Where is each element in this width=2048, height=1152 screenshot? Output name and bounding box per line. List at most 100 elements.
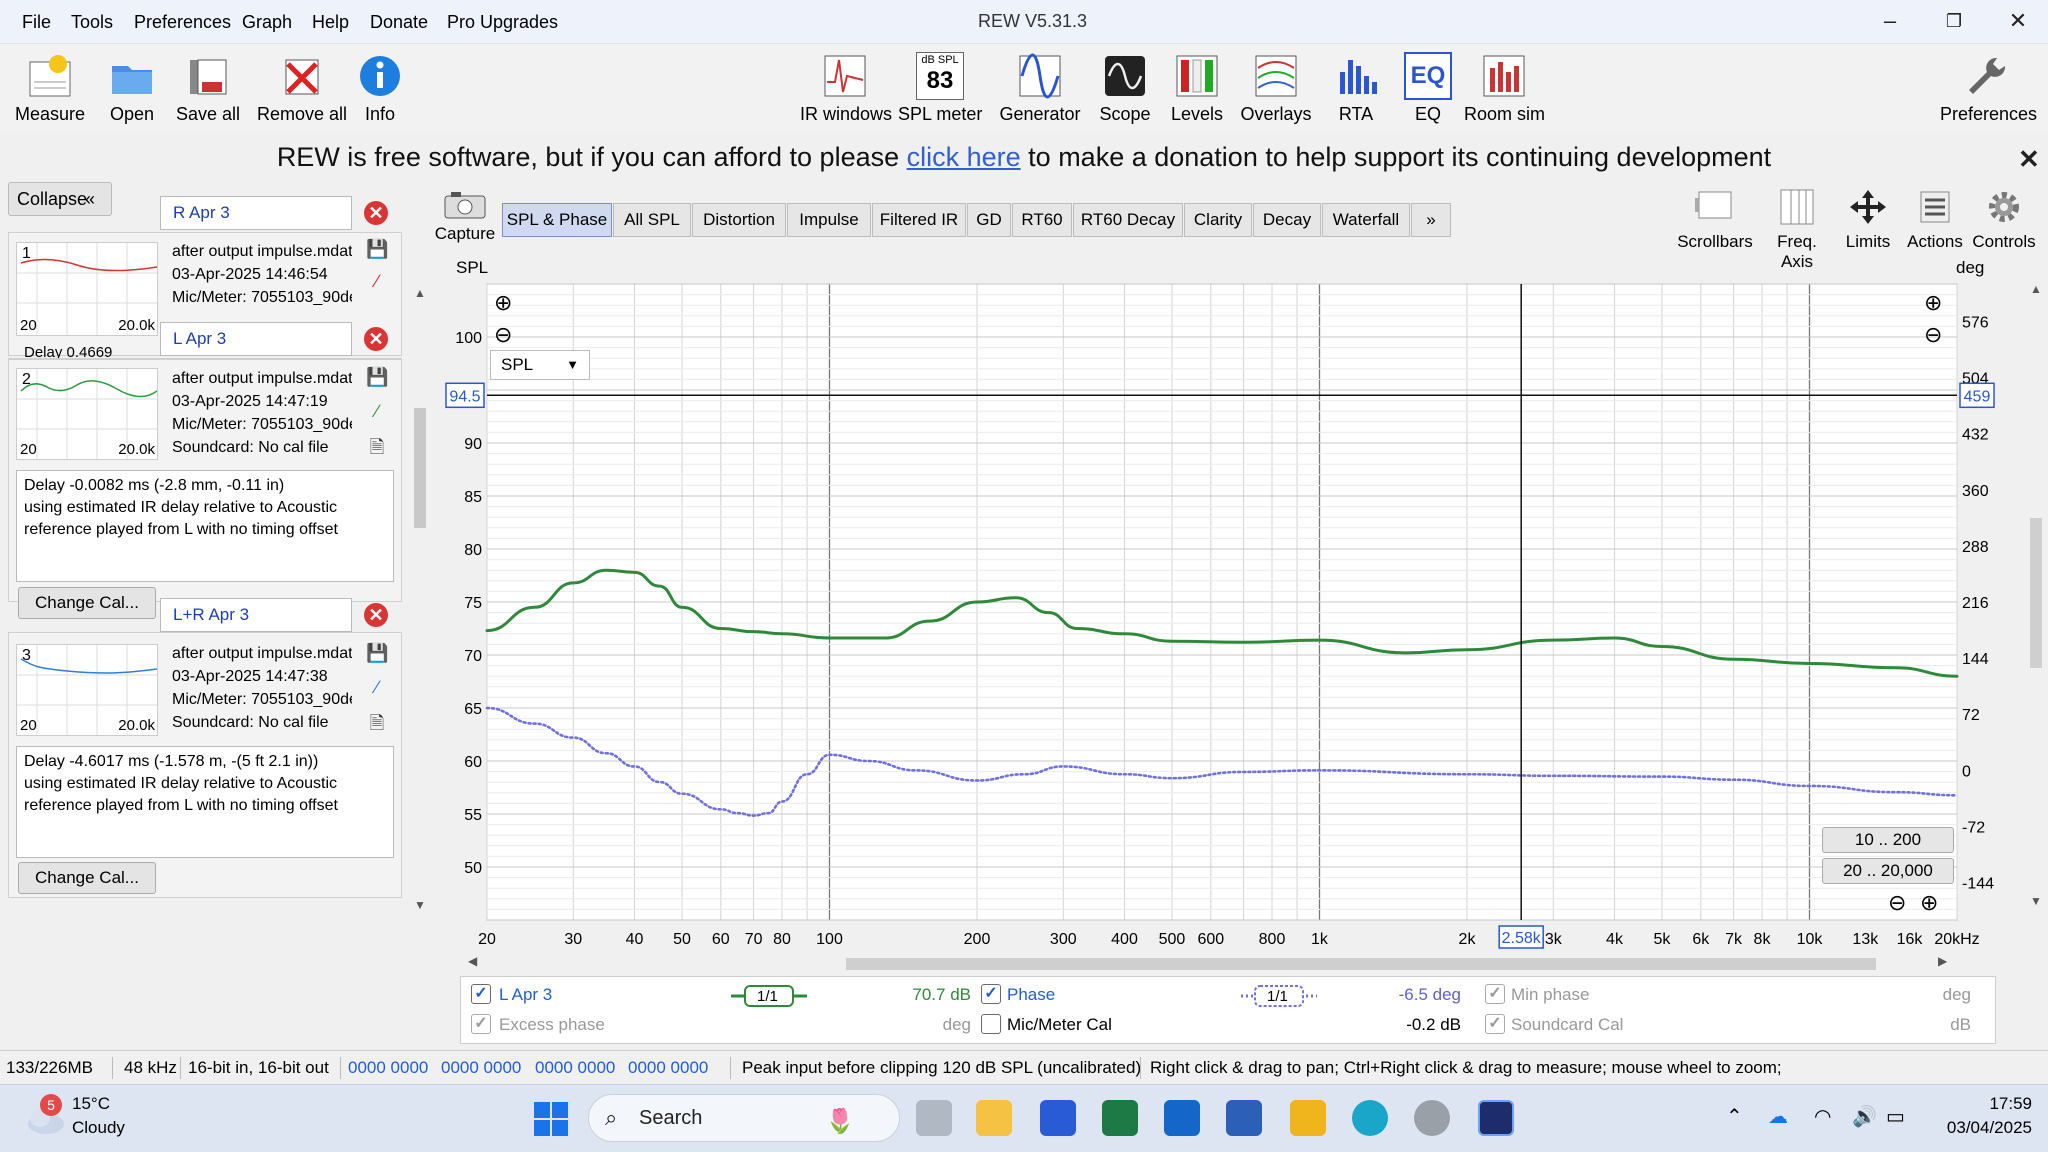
min-phase-checkbox[interactable]: ✓ [1485,984,1505,1004]
menu-help[interactable]: Help [312,11,349,33]
tab-rt60[interactable]: RT60 [1012,203,1072,237]
scroll-thumb[interactable] [414,408,426,528]
pen-icon[interactable]: ∕ [366,676,388,698]
tab-distortion[interactable]: Distortion [692,203,786,237]
room-sim-button[interactable]: Room sim [1464,52,1545,125]
scroll-left-icon[interactable]: ◀ [468,954,477,968]
controls-button[interactable]: Controls [1968,188,2040,252]
scroll-up-icon[interactable]: ▲ [2030,282,2042,296]
preferences-button[interactable]: Preferences [1940,52,2037,125]
actions-button[interactable]: Actions [1904,188,1966,252]
save-measurement-icon[interactable]: 💾 [366,366,388,388]
tab-spl-phase[interactable]: SPL & Phase [502,203,612,237]
close-window-icon[interactable]: ✕ [1998,6,2038,36]
menu-preferences[interactable]: Preferences [134,11,231,33]
wifi-icon[interactable]: ◠ [1814,1104,1831,1129]
zoom-out-y2-icon[interactable]: ⊖ [1924,322,1942,348]
levels-button[interactable]: Levels [1170,52,1224,125]
scroll-down-icon[interactable]: ▼ [414,898,426,912]
zoom-in-y-icon[interactable]: ⊕ [494,290,512,316]
zoom-out-y-icon[interactable]: ⊖ [494,322,512,348]
measurement-thumbnail-3[interactable]: 3 20 20.0k [16,644,158,736]
save-all-button[interactable]: Save all [176,52,240,125]
tab-rt60-decay[interactable]: RT60 Decay [1073,203,1183,237]
menu-tools[interactable]: Tools [71,11,113,33]
taskbar-search[interactable]: ⌕ Search 🌷 [588,1094,900,1142]
soundcard-cal-checkbox[interactable]: ✓ [1485,1014,1505,1034]
menu-pro-upgrades[interactable]: Pro Upgrades [447,11,558,33]
scope-button[interactable]: Scope [1098,52,1152,125]
speaker-icon[interactable]: 🔊 [1852,1104,1877,1129]
edge-icon[interactable] [1352,1100,1388,1136]
info-button[interactable]: Info [356,52,404,125]
freq-axis-button[interactable]: Freq. Axis [1760,188,1834,272]
file-explorer-icon[interactable] [976,1100,1012,1136]
show-phase-checkbox[interactable]: ✓ [981,984,1001,1004]
ir-windows-button[interactable]: IR windows [800,52,892,125]
rta-button[interactable]: RTA [1332,52,1380,125]
excel-icon[interactable] [1102,1100,1138,1136]
document-icon[interactable]: 🗎 [366,712,388,734]
measurement-panel-scrollbar[interactable]: ▲ ▼ [410,282,428,912]
save-measurement-icon[interactable]: 💾 [366,642,388,664]
tab-clarity[interactable]: Clarity [1184,203,1252,237]
measurement-thumbnail-1[interactable]: 1 20 20.0k [16,242,158,336]
close-banner-icon[interactable]: ✕ [2018,144,2040,175]
files-icon[interactable] [1290,1100,1326,1136]
task-view-icon[interactable] [916,1100,952,1136]
measure-button[interactable]: Measure [14,52,86,125]
pen-icon[interactable]: ∕ [366,270,388,292]
word-icon[interactable] [1226,1100,1262,1136]
spl-meter-button[interactable]: dB SPL 83 SPL meter [898,52,982,125]
rew-taskbar-icon[interactable] [1478,1100,1514,1136]
scroll-up-icon[interactable]: ▲ [414,286,426,300]
excess-phase-checkbox[interactable]: ✓ [471,1014,491,1034]
collapse-button[interactable]: Collapse « [8,182,112,216]
measurement-name-3[interactable]: L+R Apr 3 [160,598,352,632]
clock-date[interactable]: 03/04/2025 [1920,1118,2032,1138]
tab-waterfall[interactable]: Waterfall [1322,203,1410,237]
app-icon[interactable] [1040,1100,1076,1136]
limits-button[interactable]: Limits [1840,188,1896,252]
range-20-20000-button[interactable]: 20 .. 20,000 [1822,858,1954,884]
measurement-name-2[interactable]: L Apr 3 [160,322,352,356]
weather-description[interactable]: Cloudy [72,1118,125,1138]
capture-button[interactable]: Capture [434,190,496,244]
tab-all-spl[interactable]: All SPL [613,203,691,237]
generator-button[interactable]: Generator [998,52,1082,125]
open-button[interactable]: Open [100,52,164,125]
graph-vertical-scrollbar[interactable]: ▲ ▼ [2028,282,2044,912]
tab-decay[interactable]: Decay [1253,203,1321,237]
tab-more[interactable]: » [1411,203,1451,237]
memory-usage[interactable]: 133/226MB [6,1058,93,1078]
scrollbars-button[interactable]: Scrollbars [1674,188,1756,252]
eq-button[interactable]: EQ EQ [1404,52,1452,125]
range-10-200-button[interactable]: 10 .. 200 [1822,827,1954,853]
overlays-button[interactable]: Overlays [1240,52,1312,125]
remove-all-button[interactable]: Remove all [256,52,348,125]
pen-icon[interactable]: ∕ [366,400,388,422]
zoom-in-x-icon[interactable]: ⊕ [1920,890,1938,916]
change-cal-button[interactable]: Change Cal... [18,862,156,894]
tab-filtered-ir[interactable]: Filtered IR [872,203,966,237]
tab-gd[interactable]: GD [967,203,1011,237]
measurement-name-1[interactable]: R Apr 3 [160,196,352,230]
measurement-thumbnail-2[interactable]: 2 20 20.0k [16,368,158,460]
chevron-up-icon[interactable]: ⌃ [1726,1104,1743,1129]
graph-horizontal-scrollbar[interactable]: ◀ ▶ [468,952,1952,974]
delete-measurement-icon[interactable]: ✕ [364,327,388,351]
minimize-icon[interactable]: – [1870,6,1910,36]
scroll-thumb[interactable] [846,958,1876,970]
dsp-icon[interactable] [1414,1100,1450,1136]
show-spl-checkbox[interactable]: ✓ [471,984,491,1004]
restore-icon[interactable]: ❐ [1934,6,1974,36]
outlook-icon[interactable] [1164,1100,1200,1136]
windows-start-icon[interactable] [534,1102,568,1136]
delete-measurement-icon[interactable]: ✕ [364,201,388,225]
zoom-out-x-icon[interactable]: ⊖ [1888,890,1906,916]
scroll-down-icon[interactable]: ▼ [2030,894,2042,908]
y-axis-select[interactable]: SPL ▼ [490,350,590,380]
clock-time[interactable]: 17:59 [1960,1094,2032,1114]
zoom-in-y2-icon[interactable]: ⊕ [1924,290,1942,316]
weather-temperature[interactable]: 15°C [72,1094,110,1114]
